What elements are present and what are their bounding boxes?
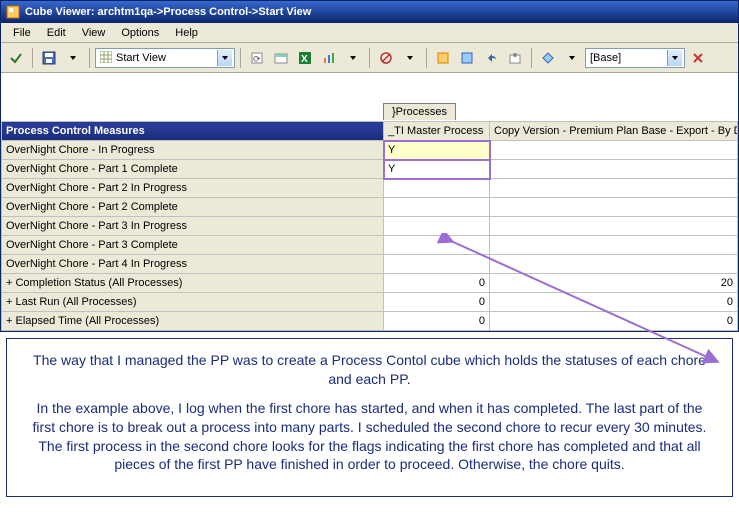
row-header[interactable]: OverNight Chore - In Progress (2, 141, 384, 160)
separator (240, 48, 241, 68)
row-header[interactable]: OverNight Chore - Part 1 Complete (2, 160, 384, 179)
chart-dropdown-icon[interactable] (342, 47, 364, 69)
data-cell[interactable]: Y (384, 160, 490, 179)
spread-dropdown-icon[interactable] (561, 47, 583, 69)
data-cell[interactable] (490, 198, 738, 217)
sandbox-icon[interactable] (504, 47, 526, 69)
data-cell[interactable] (384, 255, 490, 274)
row-header[interactable]: OverNight Chore - Part 4 In Progress (2, 255, 384, 274)
data-cell[interactable]: 0 (490, 293, 738, 312)
row-header[interactable]: OverNight Chore - Part 3 In Progress (2, 217, 384, 236)
menu-help[interactable]: Help (167, 25, 206, 41)
col-header[interactable]: _TI Master Process (384, 122, 490, 141)
app-icon (5, 4, 21, 20)
caption-box: The way that I managed the PP was to cre… (6, 338, 733, 497)
col-header[interactable]: Copy Version - Premium Plan Base - Expor… (490, 122, 738, 141)
suppress-dropdown-icon[interactable] (399, 47, 421, 69)
caption-p2: In the example above, I log when the fir… (25, 399, 714, 475)
data-grid: Process Control Measures _TI Master Proc… (1, 121, 738, 331)
delete-icon[interactable] (687, 47, 709, 69)
view-selector[interactable]: Start View (95, 48, 235, 68)
data-cell[interactable] (490, 179, 738, 198)
menu-options[interactable]: Options (113, 25, 167, 41)
separator (369, 48, 370, 68)
data-cell[interactable]: 0 (384, 293, 490, 312)
save-icon[interactable] (38, 47, 60, 69)
row-header[interactable]: OverNight Chore - Part 3 Complete (2, 236, 384, 255)
suppress-zero-icon[interactable] (375, 47, 397, 69)
grid-area: }Processes Process Control Measures _TI … (1, 73, 738, 331)
spread-icon[interactable] (537, 47, 559, 69)
toolbar: Start View ⟳ X [Base] (1, 43, 738, 73)
window-title: Cube Viewer: archtm1qa->Process Control-… (25, 6, 311, 18)
excel-icon[interactable]: X (294, 47, 316, 69)
data-cell[interactable] (490, 255, 738, 274)
cube-viewer-window: Cube Viewer: archtm1qa->Process Control-… (0, 0, 739, 332)
row-header[interactable]: OverNight Chore - Part 2 In Progress (2, 179, 384, 198)
data-cell[interactable]: 20 (490, 274, 738, 293)
separator (32, 48, 33, 68)
titlebar: Cube Viewer: archtm1qa->Process Control-… (1, 1, 738, 23)
separator (531, 48, 532, 68)
separator (89, 48, 90, 68)
row-header[interactable]: Elapsed Time (All Processes) (2, 312, 384, 331)
chevron-down-icon[interactable] (217, 50, 232, 66)
data-cell[interactable]: 0 (490, 312, 738, 331)
menu-view[interactable]: View (74, 25, 114, 41)
base-selector-text: [Base] (590, 52, 621, 64)
action2-icon[interactable] (456, 47, 478, 69)
data-cell[interactable] (490, 217, 738, 236)
data-cell[interactable] (490, 236, 738, 255)
svg-text:⟳: ⟳ (253, 54, 261, 64)
chart-icon[interactable] (318, 47, 340, 69)
data-cell[interactable] (384, 198, 490, 217)
data-cell[interactable]: 0 (384, 312, 490, 331)
data-cell[interactable] (384, 236, 490, 255)
data-cell[interactable]: Y (384, 141, 490, 160)
row-header[interactable]: OverNight Chore - Part 2 Complete (2, 198, 384, 217)
caption-p1: The way that I managed the PP was to cre… (25, 351, 714, 389)
chevron-down-icon[interactable] (667, 50, 682, 66)
data-cell[interactable] (490, 141, 738, 160)
save-dropdown-icon[interactable] (62, 47, 84, 69)
undo-icon[interactable] (480, 47, 502, 69)
dimension-tab[interactable]: }Processes (383, 103, 456, 120)
data-cell[interactable]: 0 (384, 274, 490, 293)
view-selector-text: Start View (116, 52, 166, 64)
menubar: File Edit View Options Help (1, 23, 738, 43)
corner-header[interactable]: Process Control Measures (2, 122, 384, 141)
action1-icon[interactable] (432, 47, 454, 69)
grid-icon (100, 51, 114, 65)
data-cell[interactable] (384, 217, 490, 236)
separator (426, 48, 427, 68)
data-cell[interactable] (490, 160, 738, 179)
data-cell[interactable] (384, 179, 490, 198)
export-icon[interactable] (270, 47, 292, 69)
row-header[interactable]: Last Run (All Processes) (2, 293, 384, 312)
menu-file[interactable]: File (5, 25, 39, 41)
row-header[interactable]: Completion Status (All Processes) (2, 274, 384, 293)
menu-edit[interactable]: Edit (39, 25, 74, 41)
apply-icon[interactable] (5, 47, 27, 69)
base-selector[interactable]: [Base] (585, 48, 685, 68)
recalc-icon[interactable]: ⟳ (246, 47, 268, 69)
svg-text:X: X (301, 54, 308, 65)
